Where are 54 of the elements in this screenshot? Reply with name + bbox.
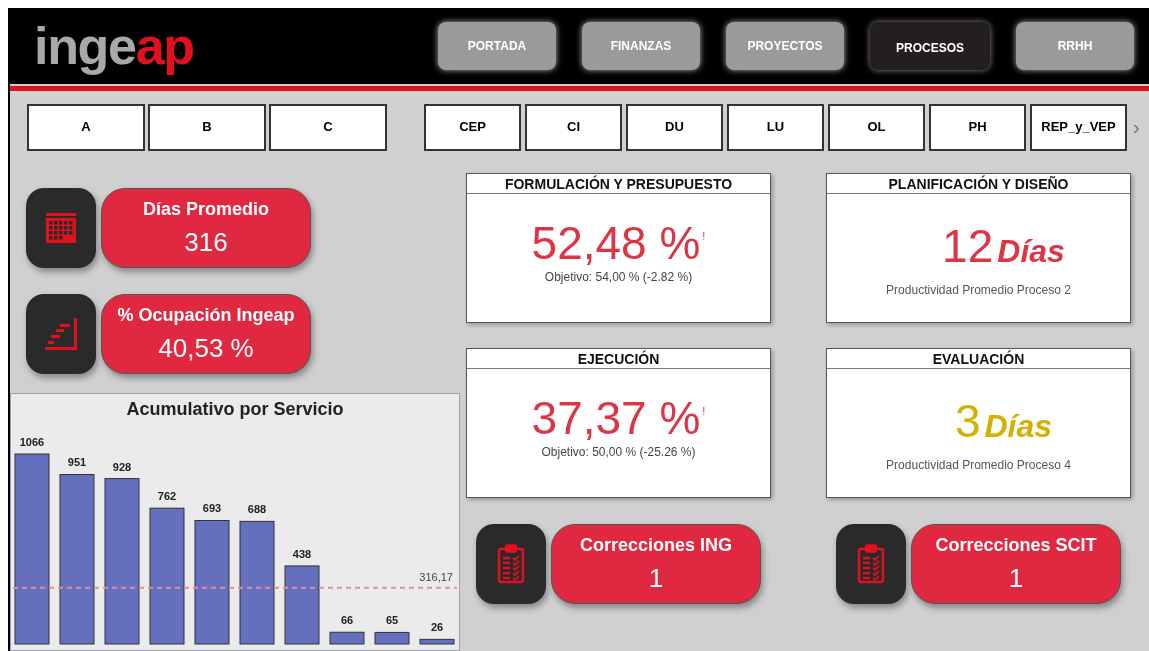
filter-button[interactable]: CEP (424, 103, 521, 151)
kpi-value: 1 (1008, 562, 1024, 595)
bar (329, 631, 365, 645)
data-label: 1066 (19, 436, 45, 448)
panel-title: EJECUCIÓN (467, 349, 770, 369)
data-label: 66 (340, 614, 354, 627)
data-label: 762 (157, 490, 177, 503)
kpi-title: Días Promedio (142, 197, 269, 220)
day-value: 3 (954, 398, 981, 444)
average-label: 316,17 (419, 570, 453, 583)
filter-button[interactable]: DU (626, 103, 723, 151)
data-label: 693 (202, 502, 222, 515)
panel-title: EVALUACIÓN (827, 349, 1130, 369)
kpi-value: 40,53 % (158, 332, 254, 365)
filter-button[interactable]: CI (525, 103, 622, 151)
productivity-text: Productividad Promedio Proceso 4 (886, 457, 1071, 474)
filter-button[interactable]: B (148, 103, 266, 151)
alert-mark: ! (702, 229, 706, 244)
data-label: 928 (112, 460, 132, 473)
stairs-chart-icon (45, 318, 77, 350)
kpi-value: 316 (184, 226, 228, 259)
data-label: 26 (430, 621, 444, 634)
filter-button[interactable]: PH (929, 103, 1026, 151)
data-label: 951 (67, 456, 87, 469)
day-value: 12 (942, 223, 994, 269)
data-label: 688 (247, 503, 267, 516)
data-label: 438 (292, 547, 312, 560)
filter-button[interactable]: REP_y_VEP (1030, 103, 1127, 151)
productivity-text: Productividad Promedio Proceso 2 (886, 282, 1071, 299)
target-text: Objetivo: 50,00 % (-25.26 %) (541, 444, 696, 461)
percent-value: 52,48 % (531, 220, 701, 266)
target-text: Objetivo: 54,00 % (-2.82 %) (544, 269, 693, 286)
kpi-title: Correcciones SCIT (935, 533, 1097, 556)
nav-tab[interactable]: PROCESOS (870, 22, 990, 70)
filter-button[interactable]: A (27, 103, 145, 151)
bar (374, 631, 410, 645)
chart-title: Acumulativo por Servicio (125, 398, 345, 421)
alert-mark: ! (702, 404, 706, 419)
data-label: 65 (385, 614, 399, 627)
clipboard-icon (497, 544, 525, 584)
filter-button[interactable]: C (269, 103, 387, 151)
kpi-value: 1 (648, 562, 664, 595)
panel-title: FORMULACIÓN Y PRESUPUESTO (467, 174, 770, 194)
day-unit: Días (997, 235, 1065, 267)
percent-value: 37,37 % (531, 395, 701, 441)
clipboard-icon (857, 544, 885, 584)
kpi-title: % Ocupación Ingeap (117, 303, 295, 326)
calendar-icon (46, 213, 76, 243)
bar (419, 638, 455, 645)
day-unit: Días (984, 410, 1053, 442)
filter-button[interactable]: OL (828, 103, 925, 151)
panel-title: PLANIFICACIÓN Y DISEÑO (827, 174, 1130, 194)
filter-button[interactable]: LU (727, 103, 824, 151)
kpi-title: Correcciones ING (579, 533, 733, 556)
